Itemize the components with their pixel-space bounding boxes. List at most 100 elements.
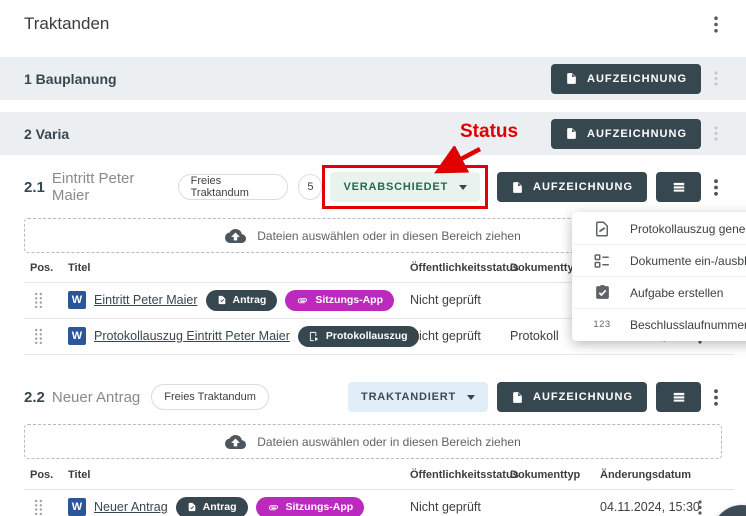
task-create-icon (592, 284, 612, 301)
documents-show-hide-icon (592, 252, 612, 270)
protocol-extract-generate-icon (592, 220, 612, 238)
public-status-cell: Nicht geprüft (410, 282, 481, 318)
document-icon (511, 180, 524, 195)
section-overflow-menu-button[interactable] (710, 124, 722, 143)
agenda-item-header-2-1: 2.1 Eintritt Peter Maier Freies Traktand… (24, 164, 722, 210)
word-file-icon: W (68, 291, 86, 309)
item-context-menu: Protokollauszug generieren Dokumente ein… (572, 212, 746, 341)
document-link[interactable]: Neuer Antrag (94, 500, 168, 514)
col-titel: Titel (68, 262, 90, 274)
aufzeichnung-label: AUFZEICHNUNG (587, 73, 687, 85)
item-title: Neuer Antrag (52, 389, 140, 406)
badge-label: Sitzungs-App (315, 294, 383, 306)
drag-handle[interactable] (34, 489, 43, 516)
documents-table-header: Pos. Titel Öffentlichkeitsstatus Dokumen… (24, 463, 734, 490)
annotation-arrow-icon (430, 146, 488, 174)
badge-label: Antrag (233, 294, 267, 306)
section-title: 1 Bauplanung (24, 71, 117, 87)
menu-item-label: Dokumente ein-/ausblenden (630, 254, 746, 268)
chevron-down-icon (467, 395, 475, 400)
traktanden-page: Traktanden 1 Bauplanung AUFZEICHNUNG 2 V… (0, 0, 746, 516)
sitzungs-app-badge: Sitzungs-App (285, 290, 394, 311)
drag-dots-icon (34, 328, 43, 345)
col-dokumenttyp: Dokumenttyp (510, 469, 580, 481)
section-row-varia: 2 Varia AUFZEICHNUNG (0, 112, 746, 155)
aufzeichnung-label: AUFZEICHNUNG (533, 391, 633, 403)
col-pos: Pos. (30, 262, 53, 274)
status-dropdown[interactable]: TRAKTANDIERT (348, 382, 488, 412)
document-link[interactable]: Protokollauszug Eintritt Peter Maier (94, 329, 290, 343)
protokollauszug-badge: Protokollauszug (298, 326, 419, 347)
table-view-button[interactable] (656, 382, 701, 412)
word-file-icon: W (68, 498, 86, 516)
drag-handle[interactable] (34, 282, 43, 318)
menu-item-aufgabe-erstellen[interactable]: Aufgabe erstellen (572, 277, 746, 309)
doc-type-cell: Protokoll (510, 318, 559, 354)
item-overflow-menu-button[interactable] (710, 387, 722, 408)
kebab-icon (714, 16, 718, 33)
status-value: VERABSCHIEDET (343, 181, 448, 193)
agenda-item-header-2-2: 2.2 Neuer Antrag Freies Traktandum TRAKT… (24, 374, 722, 420)
item-title: Eintritt Peter Maier (52, 170, 167, 204)
menu-item-beschlusslaufnummer-bearbeiten[interactable]: 123 Beschlusslaufnummer bearbeiten (572, 309, 746, 340)
section-row-bauplanung: 1 Bauplanung AUFZEICHNUNG (0, 57, 746, 100)
document-icon (565, 71, 578, 86)
decision-number-icon: 123 (592, 319, 612, 330)
col-dokumenttyp: Dokumenttyp (510, 262, 580, 274)
attachment-icon (267, 502, 280, 513)
kebab-icon (714, 389, 718, 406)
table-row: W Neuer Antrag Antrag Sitzungs-App Nicht… (24, 489, 734, 516)
document-edit-icon (187, 501, 197, 513)
chevron-down-icon (459, 185, 467, 190)
col-oeffentlichkeitsstatus: Öffentlichkeitsstatus (410, 469, 519, 481)
aufzeichnung-button[interactable]: AUFZEICHNUNG (551, 119, 701, 149)
public-status-cell: Nicht geprüft (410, 489, 481, 516)
antrag-badge: Antrag (206, 290, 278, 311)
word-file-icon: W (68, 327, 86, 345)
document-link[interactable]: Eintritt Peter Maier (94, 293, 198, 307)
item-number: 2.2 (24, 389, 45, 406)
item-type-chip: Freies Traktandum (151, 384, 269, 410)
dropzone-label: Dateien auswählen oder in diesen Bereich… (257, 435, 521, 449)
public-status-cell: Nicht geprüft (410, 318, 481, 354)
status-annotation-label: Status (460, 121, 518, 143)
page-title: Traktanden (24, 14, 109, 34)
col-oeffentlichkeitsstatus: Öffentlichkeitsstatus (410, 262, 519, 274)
aufzeichnung-label: AUFZEICHNUNG (533, 181, 633, 193)
sitzungs-app-badge: Sitzungs-App (256, 497, 365, 516)
item-overflow-menu-button[interactable] (710, 177, 722, 198)
drag-handle[interactable] (34, 318, 43, 354)
page-overflow-menu-button[interactable] (710, 14, 722, 35)
document-icon (511, 390, 524, 405)
col-aenderungsdatum: Änderungsdatum (600, 469, 691, 481)
status-dropdown[interactable]: VERABSCHIEDET (330, 172, 480, 202)
menu-item-label: Aufgabe erstellen (630, 286, 723, 300)
kebab-icon (714, 126, 718, 141)
section-overflow-menu-button[interactable] (710, 69, 722, 88)
kebab-icon (698, 500, 702, 515)
row-overflow-menu-button[interactable] (694, 489, 706, 516)
item-type-chip: Freies Traktandum (178, 174, 289, 200)
table-icon (671, 390, 687, 404)
section-title: 2 Varia (24, 126, 69, 142)
item-number: 2.1 (24, 179, 45, 196)
col-titel: Titel (68, 469, 90, 481)
file-dropzone[interactable]: Dateien auswählen oder in diesen Bereich… (24, 424, 722, 459)
aufzeichnung-label: AUFZEICHNUNG (587, 128, 687, 140)
table-view-button[interactable] (656, 172, 701, 202)
kebab-icon (714, 71, 718, 86)
col-pos: Pos. (30, 469, 53, 481)
table-icon (671, 180, 687, 194)
badge-label: Protokollauszug (326, 330, 408, 342)
aufzeichnung-button[interactable]: AUFZEICHNUNG (551, 64, 701, 94)
modified-date-cell: 04.11.2024, 15:30 (600, 489, 700, 516)
cloud-upload-icon (225, 434, 246, 449)
menu-item-label: Beschlusslaufnummer bearbeiten (630, 318, 746, 332)
aufzeichnung-button[interactable]: AUFZEICHNUNG (497, 172, 647, 202)
menu-item-protokollauszug-generieren[interactable]: Protokollauszug generieren (572, 213, 746, 245)
drag-dots-icon (34, 292, 43, 309)
aufzeichnung-button[interactable]: AUFZEICHNUNG (497, 382, 647, 412)
menu-item-label: Protokollauszug generieren (630, 222, 746, 236)
menu-item-dokumente-ein-ausblenden[interactable]: Dokumente ein-/ausblenden (572, 245, 746, 277)
cloud-upload-icon (225, 228, 246, 243)
